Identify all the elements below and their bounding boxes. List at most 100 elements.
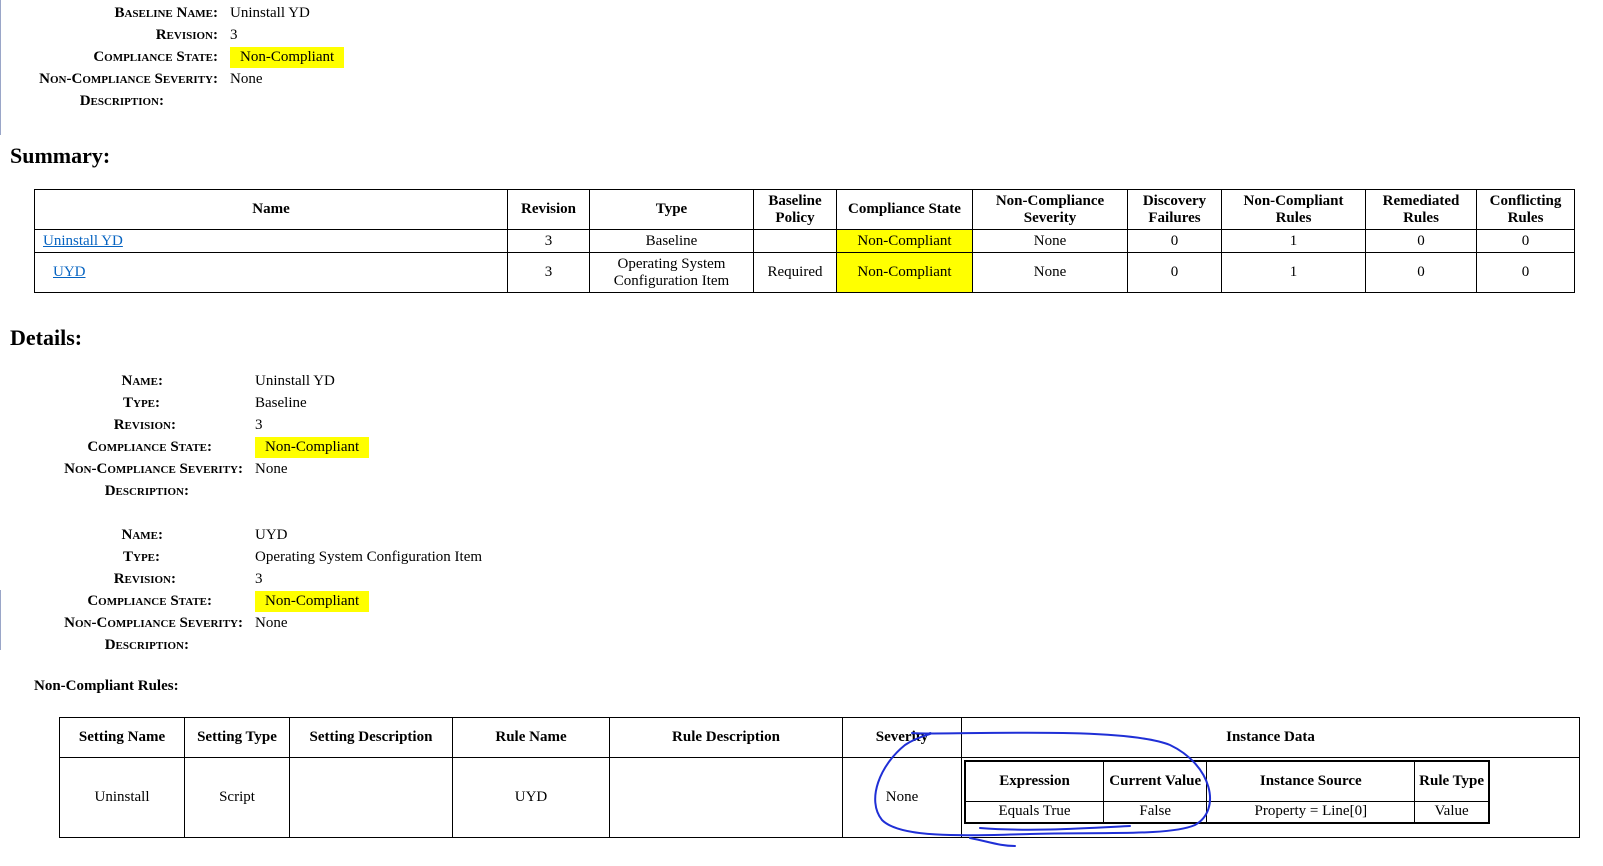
summary-revision-cell: 3 (507, 229, 590, 253)
detail-revision-row: Revision: 3 (0, 414, 369, 436)
detail-description-label: Description: (104, 482, 189, 499)
detail-severity-row: Non-Compliance Severity: None (0, 458, 369, 480)
detail-type-value: Operating System Configuration Item (255, 548, 483, 565)
summary-link-uninstall-yd[interactable]: Uninstall YD (43, 233, 123, 249)
detail-state-row: Compliance State: Non-Compliant (0, 436, 370, 458)
detail-type-label: Type: (123, 394, 160, 411)
summary-conflicting-cell: 0 (1476, 252, 1575, 293)
summary-name-cell: Uninstall YD (34, 229, 508, 253)
instance-data-cell: Expression Current Value Instance Source… (961, 757, 1580, 838)
detail-type-label: Type: (123, 548, 160, 565)
rule-name-cell: UYD (452, 757, 610, 838)
col-rule-description: Rule Description (609, 717, 843, 758)
instance-data-table: Expression Current Value Instance Source… (964, 760, 1490, 824)
baseline-name-label: Baseline Name: (114, 4, 218, 21)
summary-policy-cell: Required (753, 252, 837, 293)
summary-remediated-cell: 0 (1365, 229, 1477, 253)
col-compliance-state: Compliance State (836, 189, 973, 230)
col-name: Name (34, 189, 508, 230)
summary-noncompliant-cell: 1 (1221, 252, 1366, 293)
rule-description-cell (609, 757, 843, 838)
col-revision: Revision (507, 189, 590, 230)
rules-table: Setting Name Setting Type Setting Descri… (59, 717, 1580, 838)
details-item-uyd: Name: UYD Type: Operating System Configu… (0, 524, 482, 656)
severity-row: Non-Compliance Severity: None (0, 68, 344, 90)
detail-severity-row: Non-Compliance Severity: None (0, 612, 482, 634)
detail-state-badge: Non-Compliant (255, 436, 370, 458)
col-setting-name: Setting Name (59, 717, 185, 758)
col-conflicting-rules: Conflicting Rules (1476, 189, 1575, 230)
col-rule-name: Rule Name (452, 717, 610, 758)
col-instance-source: Instance Source (1206, 760, 1416, 802)
detail-name-value: UYD (255, 526, 288, 543)
summary-state-cell: Non-Compliant (836, 252, 973, 293)
compliance-state-label: Compliance State: (93, 48, 218, 65)
description-row: Description: (0, 90, 344, 112)
table-row: Equals True False Property = Line[0] Val… (964, 800, 1490, 824)
detail-revision-row: Revision: 3 (0, 568, 482, 590)
rule-setting-name-cell: Uninstall (59, 757, 185, 838)
table-row: UYD 3 Operating System Configuration Ite… (34, 252, 1575, 293)
instance-expression-cell: Equals True (964, 800, 1105, 824)
col-instance-data: Instance Data (961, 717, 1580, 758)
summary-revision-cell: 3 (507, 252, 590, 293)
detail-state-badge: Non-Compliant (255, 590, 370, 612)
detail-revision-label: Revision: (113, 570, 176, 587)
rule-setting-description-cell (289, 757, 453, 838)
compliance-state-row: Compliance State: Non-Compliant (0, 46, 345, 68)
detail-type-row: Type: Operating System Configuration Ite… (0, 546, 482, 568)
rules-header-row: Setting Name Setting Type Setting Descri… (59, 717, 1580, 758)
summary-discovery-cell: 0 (1127, 252, 1222, 293)
summary-policy-cell (753, 229, 837, 253)
summary-noncompliant-cell: 1 (1221, 229, 1366, 253)
detail-description-row: Description: (0, 634, 482, 656)
detail-state-label: Compliance State: (87, 438, 212, 455)
detail-revision-value: 3 (255, 570, 263, 587)
detail-severity-value: None (255, 460, 288, 477)
detail-state-label: Compliance State: (87, 592, 212, 609)
summary-name-cell: UYD (34, 252, 508, 293)
col-type: Type (589, 189, 754, 230)
detail-name-row: Name: UYD (0, 524, 482, 546)
details-heading: Details: (10, 325, 83, 350)
table-row: Uninstall YD 3 Baseline Non-Compliant No… (34, 229, 1575, 253)
baseline-header: Baseline Name: Uninstall YD Revision: 3 … (0, 2, 345, 112)
rule-severity-cell: None (842, 757, 962, 838)
instance-source-cell: Property = Line[0] (1206, 800, 1416, 824)
instance-current-value-cell: False (1103, 800, 1208, 824)
revision-label: Revision: (155, 26, 218, 43)
summary-remediated-cell: 0 (1365, 252, 1477, 293)
col-baseline-policy: Baseline Policy (753, 189, 837, 230)
col-discovery-failures: Discovery Failures (1127, 189, 1222, 230)
summary-type-cell: Operating System Configuration Item (589, 252, 754, 293)
summary-state-cell: Non-Compliant (836, 229, 973, 253)
col-severity: Non-Compliance Severity (972, 189, 1128, 230)
detail-revision-label: Revision: (113, 416, 176, 433)
summary-link-uyd[interactable]: UYD (53, 264, 86, 280)
baseline-name-row: Baseline Name: Uninstall YD (0, 2, 344, 24)
summary-table: Name Revision Type Baseline Policy Compl… (34, 189, 1575, 293)
noncompliant-rules-heading: Non-Compliant Rules: (34, 678, 179, 694)
summary-severity-cell: None (972, 252, 1128, 293)
col-severity: Severity (842, 717, 962, 758)
detail-description-row: Description: (0, 480, 369, 502)
detail-name-value: Uninstall YD (255, 372, 335, 389)
details-item-uninstall-yd: Name: Uninstall YD Type: Baseline Revisi… (0, 370, 370, 502)
col-expression: Expression (964, 760, 1105, 802)
revision-value: 3 (230, 26, 238, 43)
detail-type-value: Baseline (255, 394, 307, 411)
table-row: Uninstall Script UYD None Expression Cur… (59, 757, 1580, 838)
col-setting-type: Setting Type (184, 717, 290, 758)
summary-discovery-cell: 0 (1127, 229, 1222, 253)
rule-setting-type-cell: Script (184, 757, 290, 838)
detail-description-label: Description: (104, 636, 189, 653)
summary-heading: Summary: (10, 143, 111, 168)
summary-severity-cell: None (972, 229, 1128, 253)
detail-type-row: Type: Baseline (0, 392, 369, 414)
compliance-state-badge: Non-Compliant (230, 46, 345, 68)
detail-revision-value: 3 (255, 416, 263, 433)
severity-value: None (230, 70, 263, 87)
detail-name-label: Name: (121, 526, 164, 543)
col-remediated-rules: Remediated Rules (1365, 189, 1477, 230)
description-label: Description: (79, 92, 164, 109)
